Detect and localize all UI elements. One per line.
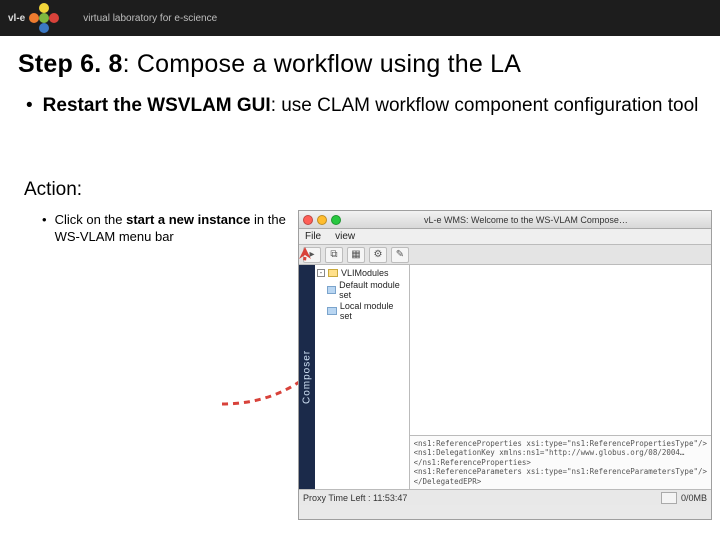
- action-bullet: • Click on the start a new instance in t…: [42, 211, 304, 246]
- tree-item[interactable]: Default module set: [327, 280, 407, 300]
- tree-item[interactable]: Local module set: [327, 301, 407, 321]
- module-tree[interactable]: - VLIModules Default module set Local mo…: [315, 265, 410, 489]
- brand-logo: [29, 3, 59, 33]
- status-bar: Proxy Time Left : 11:53:47 0/0MB: [299, 489, 711, 505]
- tree-item-label: Local module set: [340, 301, 407, 321]
- ref-line: <ns1:DelegationKey xmlns:ns1="http://www…: [414, 448, 708, 457]
- bullet-main-strong: Restart the WSVLAM GUI: [43, 95, 271, 116]
- bullet-dot-icon: •: [42, 211, 47, 246]
- canvas-area: <ns1:ReferenceProperties xsi:type="ns1:R…: [410, 265, 712, 489]
- bullet-main: • Restart the WSVLAM GUI: use CLAM workf…: [26, 93, 702, 119]
- workflow-canvas[interactable]: [410, 265, 712, 435]
- toolbar-button[interactable]: ⧉: [325, 247, 343, 263]
- zoom-icon[interactable]: [331, 215, 341, 225]
- bullet-main-rest: : use CLAM workflow component configurat…: [271, 95, 699, 116]
- ref-line: <ns1:ReferenceParameters xsi:type="ns1:R…: [414, 467, 708, 476]
- toolbar-button[interactable]: ✎: [391, 247, 409, 263]
- brand-text: vl-e: [8, 13, 25, 24]
- folder-icon: [327, 307, 337, 315]
- tree-root[interactable]: - VLIModules: [317, 268, 407, 278]
- close-icon[interactable]: [303, 215, 313, 225]
- disk-icon: [328, 269, 338, 277]
- composer-side-tab[interactable]: Composer: [299, 265, 315, 489]
- status-box-icon: [661, 492, 677, 504]
- menu-bar: File view: [299, 229, 711, 245]
- reference-output[interactable]: <ns1:ReferenceProperties xsi:type="ns1:R…: [410, 435, 712, 489]
- menu-view[interactable]: view: [335, 231, 355, 242]
- minimize-icon[interactable]: [317, 215, 327, 225]
- window-body: Composer - VLIModules Default module set…: [299, 265, 711, 489]
- action-pre: Click on the: [55, 212, 127, 227]
- action-label: Action:: [24, 179, 304, 201]
- toolbar-button[interactable]: ⚙: [369, 247, 387, 263]
- tree-root-label: VLIModules: [341, 268, 389, 278]
- bullet-dot-icon: •: [26, 93, 33, 119]
- toolbar-button[interactable]: ▸: [303, 247, 321, 263]
- toolbar: ▸ ⧉ ▦ ⚙ ✎: [299, 245, 711, 265]
- folder-icon: [327, 286, 336, 294]
- slide-title: Step 6. 8: Compose a workflow using the …: [18, 50, 702, 79]
- top-bar: vl-e virtual laboratory for e-science: [0, 0, 720, 36]
- status-proxy: Proxy Time Left : 11:53:47: [303, 493, 407, 503]
- ref-line: </ns1:ReferenceProperties>: [414, 458, 708, 467]
- window-title: vL-e WMS: Welcome to the WS-VLAM Compose…: [345, 215, 707, 225]
- collapse-icon[interactable]: -: [317, 269, 325, 277]
- menu-file[interactable]: File: [305, 231, 321, 242]
- title-rest: : Compose a workflow using the LA: [123, 50, 521, 78]
- ref-line: <ns1:ReferenceProperties xsi:type="ns1:R…: [414, 439, 708, 448]
- action-block: Action: • Click on the start a new insta…: [24, 179, 304, 246]
- brand-tagline: virtual laboratory for e-science: [83, 13, 217, 24]
- title-step: Step 6. 8: [18, 50, 123, 78]
- window-titlebar[interactable]: vL-e WMS: Welcome to the WS-VLAM Compose…: [299, 211, 711, 229]
- toolbar-button[interactable]: ▦: [347, 247, 365, 263]
- app-window: vL-e WMS: Welcome to the WS-VLAM Compose…: [298, 210, 712, 520]
- tree-item-label: Default module set: [339, 280, 406, 300]
- action-strong: start a new instance: [126, 212, 250, 227]
- status-memory: 0/0MB: [681, 493, 707, 503]
- ref-line: </DelegatedEPR>: [414, 477, 708, 486]
